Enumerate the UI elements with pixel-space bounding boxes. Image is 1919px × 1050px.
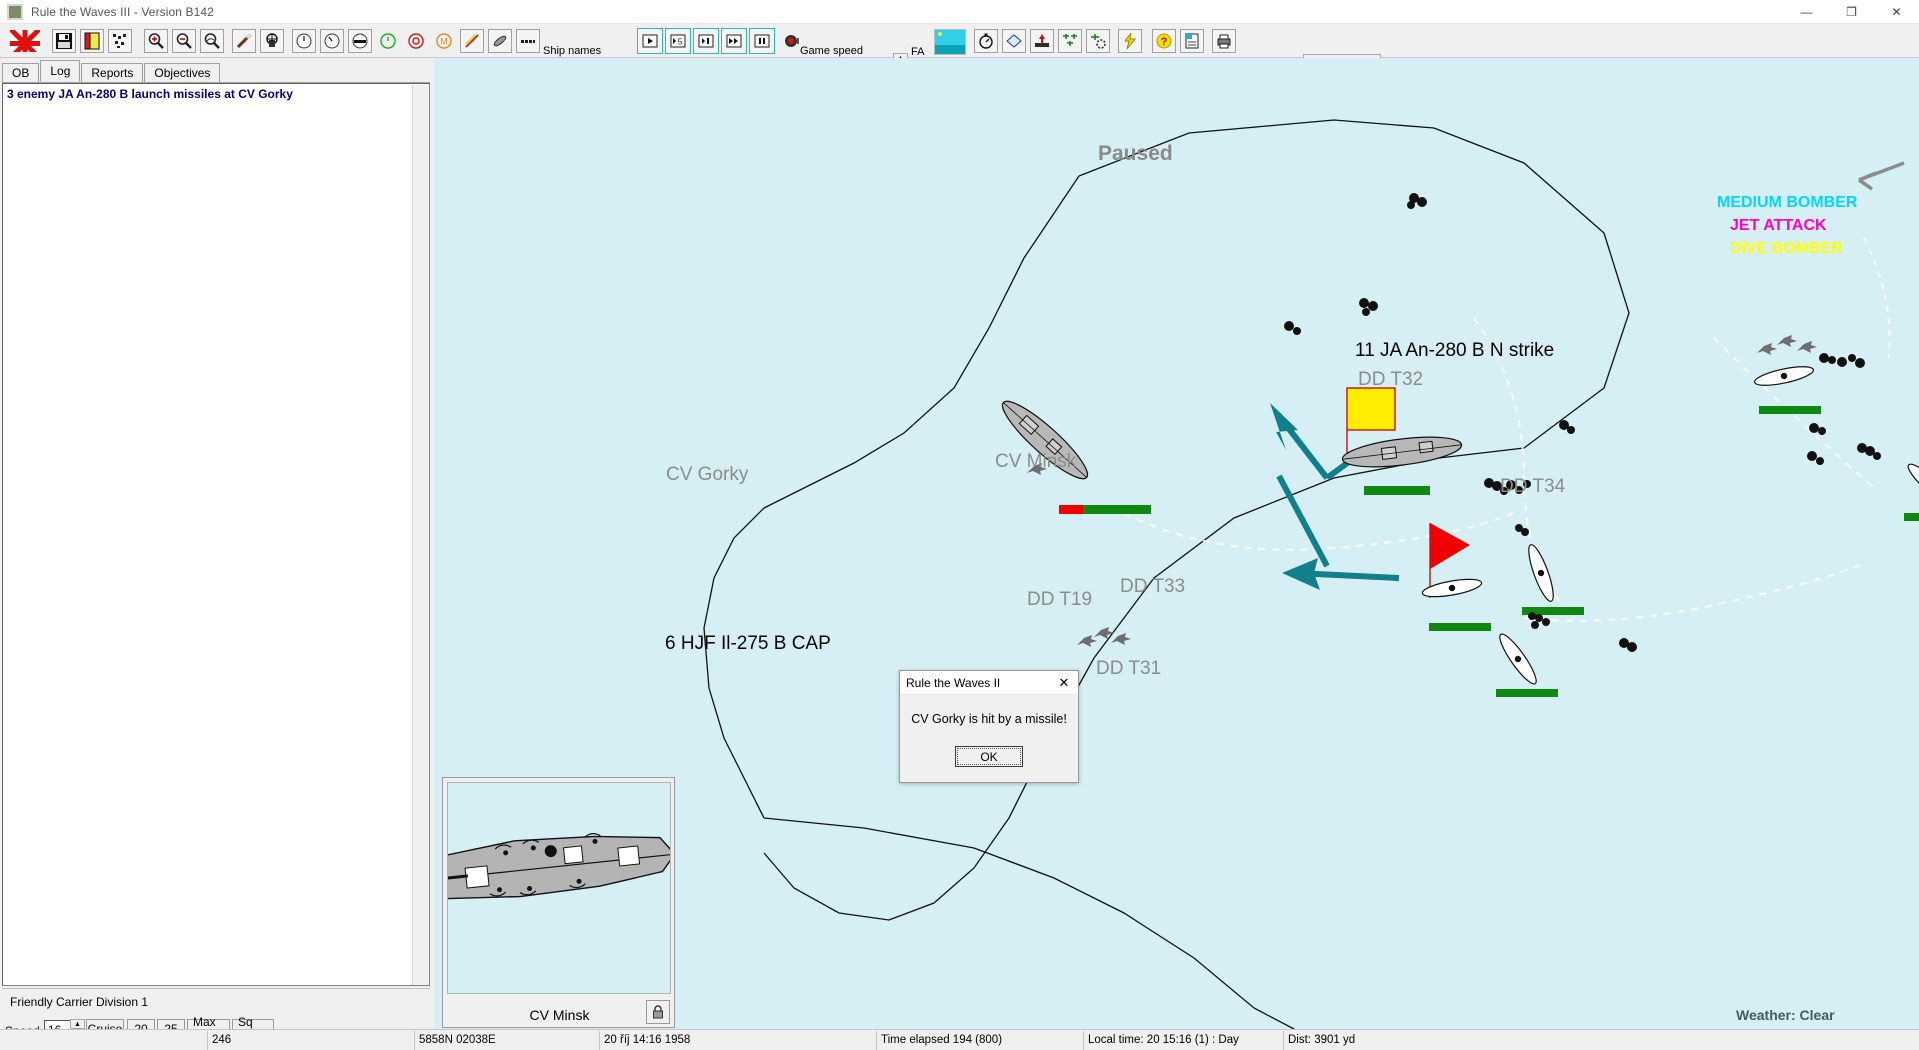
legend-medium-bomber: MEDIUM BOMBER xyxy=(1717,194,1857,212)
status-cell-coordinates: 5858N 02038E xyxy=(414,1031,599,1050)
zoom-fit-button[interactable] xyxy=(200,29,224,53)
maximize-button[interactable]: ❐ xyxy=(1829,0,1874,24)
svg-text:M: M xyxy=(440,37,448,47)
air-label-cap[interactable]: 6 HJF Il-275 B CAP xyxy=(665,633,831,655)
clock-button[interactable] xyxy=(292,29,316,53)
naval-flag-icon xyxy=(10,30,40,52)
anchor-button[interactable] xyxy=(1030,29,1054,53)
stopwatch-button[interactable] xyxy=(974,29,998,53)
dialog-ok-button[interactable]: OK xyxy=(955,746,1023,767)
weather-line-weather: Weather: Clear xyxy=(1736,1007,1835,1023)
dialog-title: Rule the Waves II xyxy=(906,676,1000,690)
flag-button[interactable] xyxy=(6,27,44,55)
log-entry[interactable]: 3 enemy JA An-280 B launch missiles at C… xyxy=(3,84,429,101)
svg-text:5: 5 xyxy=(678,38,683,47)
application-window: Rule the Waves III - Version B142 — ❐ ✕ xyxy=(0,0,1919,1050)
notes-button[interactable] xyxy=(80,29,104,53)
ship-label-dd-t34[interactable]: DD T34 xyxy=(1500,476,1565,498)
ship-label-dd-t33[interactable]: DD T33 xyxy=(1120,576,1185,598)
status-cell-time-elapsed: Time elapsed 194 (800) xyxy=(876,1031,1083,1050)
message-dialog[interactable]: Rule the Waves II ✕ CV Gorky is hit by a… xyxy=(899,670,1079,783)
log-list[interactable]: 3 enemy JA An-280 B launch missiles at C… xyxy=(2,83,430,986)
step-10-button[interactable] xyxy=(693,28,719,54)
game-speed-label: Game speed xyxy=(800,45,863,57)
log-scrollbar[interactable] xyxy=(412,85,428,986)
submarine-button[interactable] xyxy=(488,29,512,53)
svg-text:?: ? xyxy=(1161,36,1168,48)
ship-detail-caption: CV Minsk xyxy=(443,1007,676,1023)
minimize-button[interactable]: — xyxy=(1784,0,1829,24)
clock-alt-button[interactable] xyxy=(320,29,344,53)
ship-detail-inset[interactable]: CV Minsk xyxy=(442,777,675,1028)
dialog-message: CV Gorky is hit by a missile! xyxy=(900,712,1078,726)
status-bar: 246 5858N 02038E 20 říj 14:16 1958 Time … xyxy=(0,1029,1919,1050)
aircraft-button[interactable] xyxy=(1058,29,1082,53)
torpedo-button[interactable] xyxy=(232,29,256,53)
ship-label-cv-gorky[interactable]: CV Gorky xyxy=(666,464,748,486)
legend-jet-attack: JET ATTACK xyxy=(1730,217,1827,235)
lightning-button[interactable] xyxy=(1118,29,1142,53)
dialog-title-bar: Rule the Waves II ✕ xyxy=(900,671,1078,695)
formation-button[interactable] xyxy=(108,29,132,53)
status-cell-bearing: 246 xyxy=(207,1031,414,1050)
print-button[interactable] xyxy=(1212,29,1236,53)
fa-label: FA xyxy=(911,46,924,58)
red-circle-button[interactable] xyxy=(404,29,428,53)
smoke-button[interactable] xyxy=(348,29,372,53)
status-cell-blank xyxy=(0,1031,207,1050)
close-button[interactable]: ✕ xyxy=(1874,0,1919,24)
gunnery-button[interactable] xyxy=(460,29,484,53)
main-toolbar: M Ship names All ▼ 5 xyxy=(0,24,1919,58)
left-panel: OB Log Reports Objectives 3 enemy JA An-… xyxy=(0,58,432,1029)
step-1-button[interactable] xyxy=(637,28,663,54)
air-label-strike[interactable]: 11 JA An-280 B N strike xyxy=(1355,340,1554,362)
lock-target-button[interactable] xyxy=(260,29,284,53)
app-icon xyxy=(7,4,23,20)
panel-tabs: OB Log Reports Objectives xyxy=(2,61,430,83)
ship-label-dd-t31[interactable]: DD T31 xyxy=(1096,658,1161,680)
mine-button[interactable]: M xyxy=(432,29,456,53)
status-cell-distance: Dist: 3901 yd xyxy=(1283,1031,1720,1050)
report-button[interactable] xyxy=(1180,29,1204,53)
ship-names-label: Ship names xyxy=(543,45,601,57)
title-bar: Rule the Waves III - Version B142 — ❐ ✕ xyxy=(0,0,1919,24)
status-cell-date: 20 říj 14:16 1958 xyxy=(599,1031,876,1050)
tab-ob[interactable]: OB xyxy=(2,63,39,82)
stepper-up-icon[interactable]: ▲ xyxy=(70,1019,85,1029)
tab-reports[interactable]: Reports xyxy=(81,63,143,82)
tab-log[interactable]: Log xyxy=(40,60,80,82)
status-cell-local-time: Local time: 20 15:16 (1) : Day xyxy=(1083,1031,1283,1050)
zoom-out-button[interactable] xyxy=(172,29,196,53)
dots-button[interactable] xyxy=(516,29,540,53)
green-circle-button[interactable] xyxy=(376,29,400,53)
fast-forward-button[interactable] xyxy=(721,28,747,54)
book-button[interactable] xyxy=(1002,29,1026,53)
weather-swatch[interactable] xyxy=(934,29,966,55)
paused-status-label: Paused xyxy=(1098,142,1173,166)
help-button[interactable]: ? xyxy=(1152,29,1176,53)
step-5-button[interactable]: 5 xyxy=(665,28,691,54)
pause-button[interactable] xyxy=(749,28,775,54)
legend-dive-bomber: DIVE BOMBER xyxy=(1730,240,1843,258)
tab-objectives[interactable]: Objectives xyxy=(144,63,220,82)
ship-label-dd-t19[interactable]: DD T19 xyxy=(1027,589,1092,611)
zoom-in-button[interactable] xyxy=(144,29,168,53)
division-title: Friendly Carrier Division 1 xyxy=(10,995,148,1009)
window-title: Rule the Waves III - Version B142 xyxy=(31,5,214,19)
ship-detail-canvas xyxy=(447,782,671,994)
window-buttons: — ❐ ✕ xyxy=(1784,0,1919,24)
ship-label-dd-t32[interactable]: DD T32 xyxy=(1358,369,1423,391)
save-button[interactable] xyxy=(52,29,76,53)
ship-label-cv-minsk[interactable]: CV Minsk xyxy=(995,451,1076,473)
lock-view-button[interactable] xyxy=(646,1000,670,1024)
dialog-close-icon[interactable]: ✕ xyxy=(1050,671,1078,695)
aircraft-settings-button[interactable] xyxy=(1086,29,1110,53)
